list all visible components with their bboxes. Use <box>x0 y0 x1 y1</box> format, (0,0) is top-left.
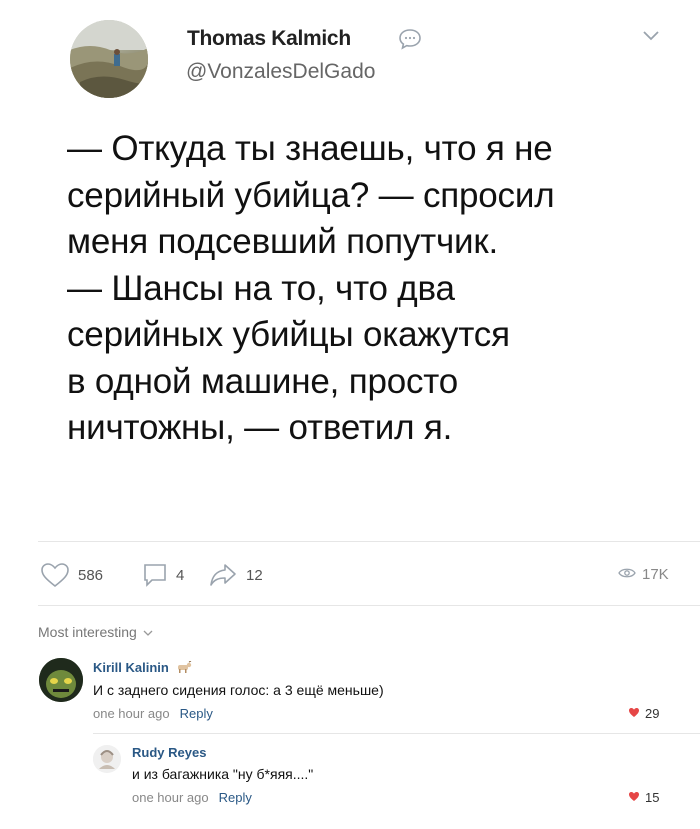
chevron-down-icon[interactable] <box>641 28 661 47</box>
comment-author[interactable]: Kirill Kalinin <box>93 660 192 676</box>
divider <box>38 605 700 606</box>
author-handle[interactable]: @VonzalesDelGado <box>186 60 375 84</box>
comment-text: и из багажника "ну б*яяя...." <box>132 766 314 782</box>
sort-label: Most interesting <box>38 624 137 640</box>
comment-meta: one hour ago Reply <box>93 706 213 721</box>
author-name[interactable]: Thomas Kalmich <box>187 27 351 51</box>
chevron-down-icon <box>143 624 153 640</box>
comment-like-button[interactable]: 15 <box>628 790 659 805</box>
comment-author[interactable]: Rudy Reyes <box>132 745 206 760</box>
post-card: Thomas Kalmich @VonzalesDelGado — Откуда… <box>0 0 700 829</box>
like-button[interactable]: 586 <box>40 562 103 588</box>
share-arrow-icon <box>208 562 238 588</box>
comment-time: one hour ago <box>132 790 209 805</box>
comment-like-button[interactable]: 29 <box>628 706 659 721</box>
divider <box>93 733 700 734</box>
share-button[interactable]: 12 <box>208 562 263 588</box>
comment-count: 4 <box>176 566 185 584</box>
comment-like-count: 29 <box>645 706 660 721</box>
reply-button[interactable]: Reply <box>180 706 213 721</box>
like-count: 586 <box>78 566 104 584</box>
comment-button[interactable]: 4 <box>142 562 184 588</box>
goat-emoji-icon <box>176 660 192 676</box>
chat-bubble-icon <box>398 28 422 55</box>
comments-sort-dropdown[interactable]: Most interesting <box>38 624 153 640</box>
heart-outline-icon <box>40 562 70 588</box>
author-avatar[interactable] <box>70 20 148 98</box>
comment-avatar[interactable] <box>93 745 121 773</box>
share-count: 12 <box>246 566 263 584</box>
heart-icon <box>628 790 640 805</box>
comment-like-count: 15 <box>645 790 660 805</box>
comment-meta: one hour ago Reply <box>132 790 252 805</box>
comment-time: one hour ago <box>93 706 170 721</box>
post-text: — Откуда ты знаешь, что я не серийный уб… <box>67 129 555 447</box>
comment-text: И с заднего сидения голос: а 3 ещё меньш… <box>93 682 384 698</box>
eye-icon <box>618 566 636 583</box>
views-counter: 17K <box>618 566 669 583</box>
reply-button[interactable]: Reply <box>219 790 252 805</box>
heart-icon <box>628 706 640 721</box>
comment-icon <box>142 562 168 588</box>
comment-avatar[interactable] <box>39 658 83 702</box>
views-count: 17K <box>642 566 669 583</box>
divider <box>38 541 700 542</box>
